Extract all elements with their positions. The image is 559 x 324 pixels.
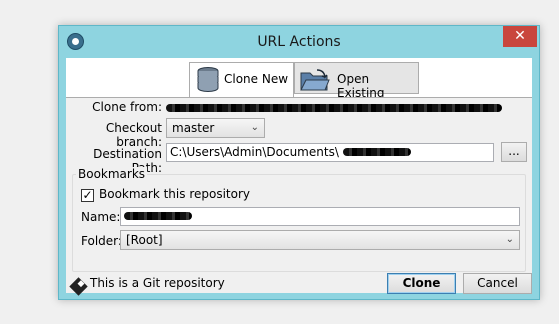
- checkout-branch-select[interactable]: master ⌄: [166, 118, 265, 138]
- tab-clone-new[interactable]: Clone New: [189, 62, 294, 97]
- bookmark-folder-select[interactable]: [Root] ⌄: [120, 230, 520, 250]
- clone-new-panel: Clone from: Checkout branch: master ⌄ De…: [66, 97, 532, 296]
- destination-path-value: C:\Users\Admin\Documents\: [170, 145, 339, 159]
- checkout-branch-value: master: [172, 121, 215, 135]
- bookmark-folder-label: Folder:: [81, 234, 122, 248]
- clone-from-url-redacted: [166, 104, 502, 112]
- window-title: URL Actions: [257, 34, 341, 50]
- close-button[interactable]: ✕: [503, 26, 537, 47]
- cancel-button[interactable]: Cancel: [463, 273, 532, 294]
- bookmark-name-label: Name:: [81, 210, 121, 224]
- git-status-text: This is a Git repository: [90, 276, 225, 290]
- git-status-icon: ◆: [69, 277, 88, 296]
- bookmark-folder-value: [Root]: [126, 233, 163, 247]
- checkout-branch-label: Checkout branch:: [105, 121, 162, 149]
- folder-open-icon: [300, 69, 330, 91]
- clone-from-label: Clone from:: [92, 100, 162, 114]
- tab-open-existing-label: Open Existing: [337, 72, 385, 100]
- destination-path-input[interactable]: C:\Users\Admin\Documents\: [166, 143, 494, 162]
- chevron-down-icon: ⌄: [505, 234, 514, 245]
- chevron-down-icon: ⌄: [250, 122, 259, 133]
- bookmark-name-input[interactable]: [120, 207, 520, 226]
- bookmarks-group-title: Bookmarks: [76, 167, 148, 181]
- tab-strip: Clone New Open Existing: [66, 58, 532, 100]
- tab-clone-new-label: Clone New: [224, 72, 289, 86]
- bookmark-checkbox-label: Bookmark this repository: [99, 187, 250, 201]
- browse-button[interactable]: ...: [501, 142, 527, 162]
- title-bar[interactable]: URL Actions ✕: [59, 26, 539, 58]
- url-actions-dialog: URL Actions ✕ Clone New Open Existing Cl…: [58, 25, 540, 300]
- clone-button[interactable]: Clone: [387, 273, 456, 294]
- bookmark-name-redacted: [124, 211, 192, 220]
- bookmark-checkbox[interactable]: ✓: [81, 189, 94, 202]
- dialog-client-area: Clone New Open Existing Clone from: Chec…: [66, 58, 532, 296]
- destination-folder-redacted: [342, 147, 411, 156]
- database-icon: [197, 67, 219, 92]
- tab-open-existing[interactable]: Open Existing: [294, 62, 419, 100]
